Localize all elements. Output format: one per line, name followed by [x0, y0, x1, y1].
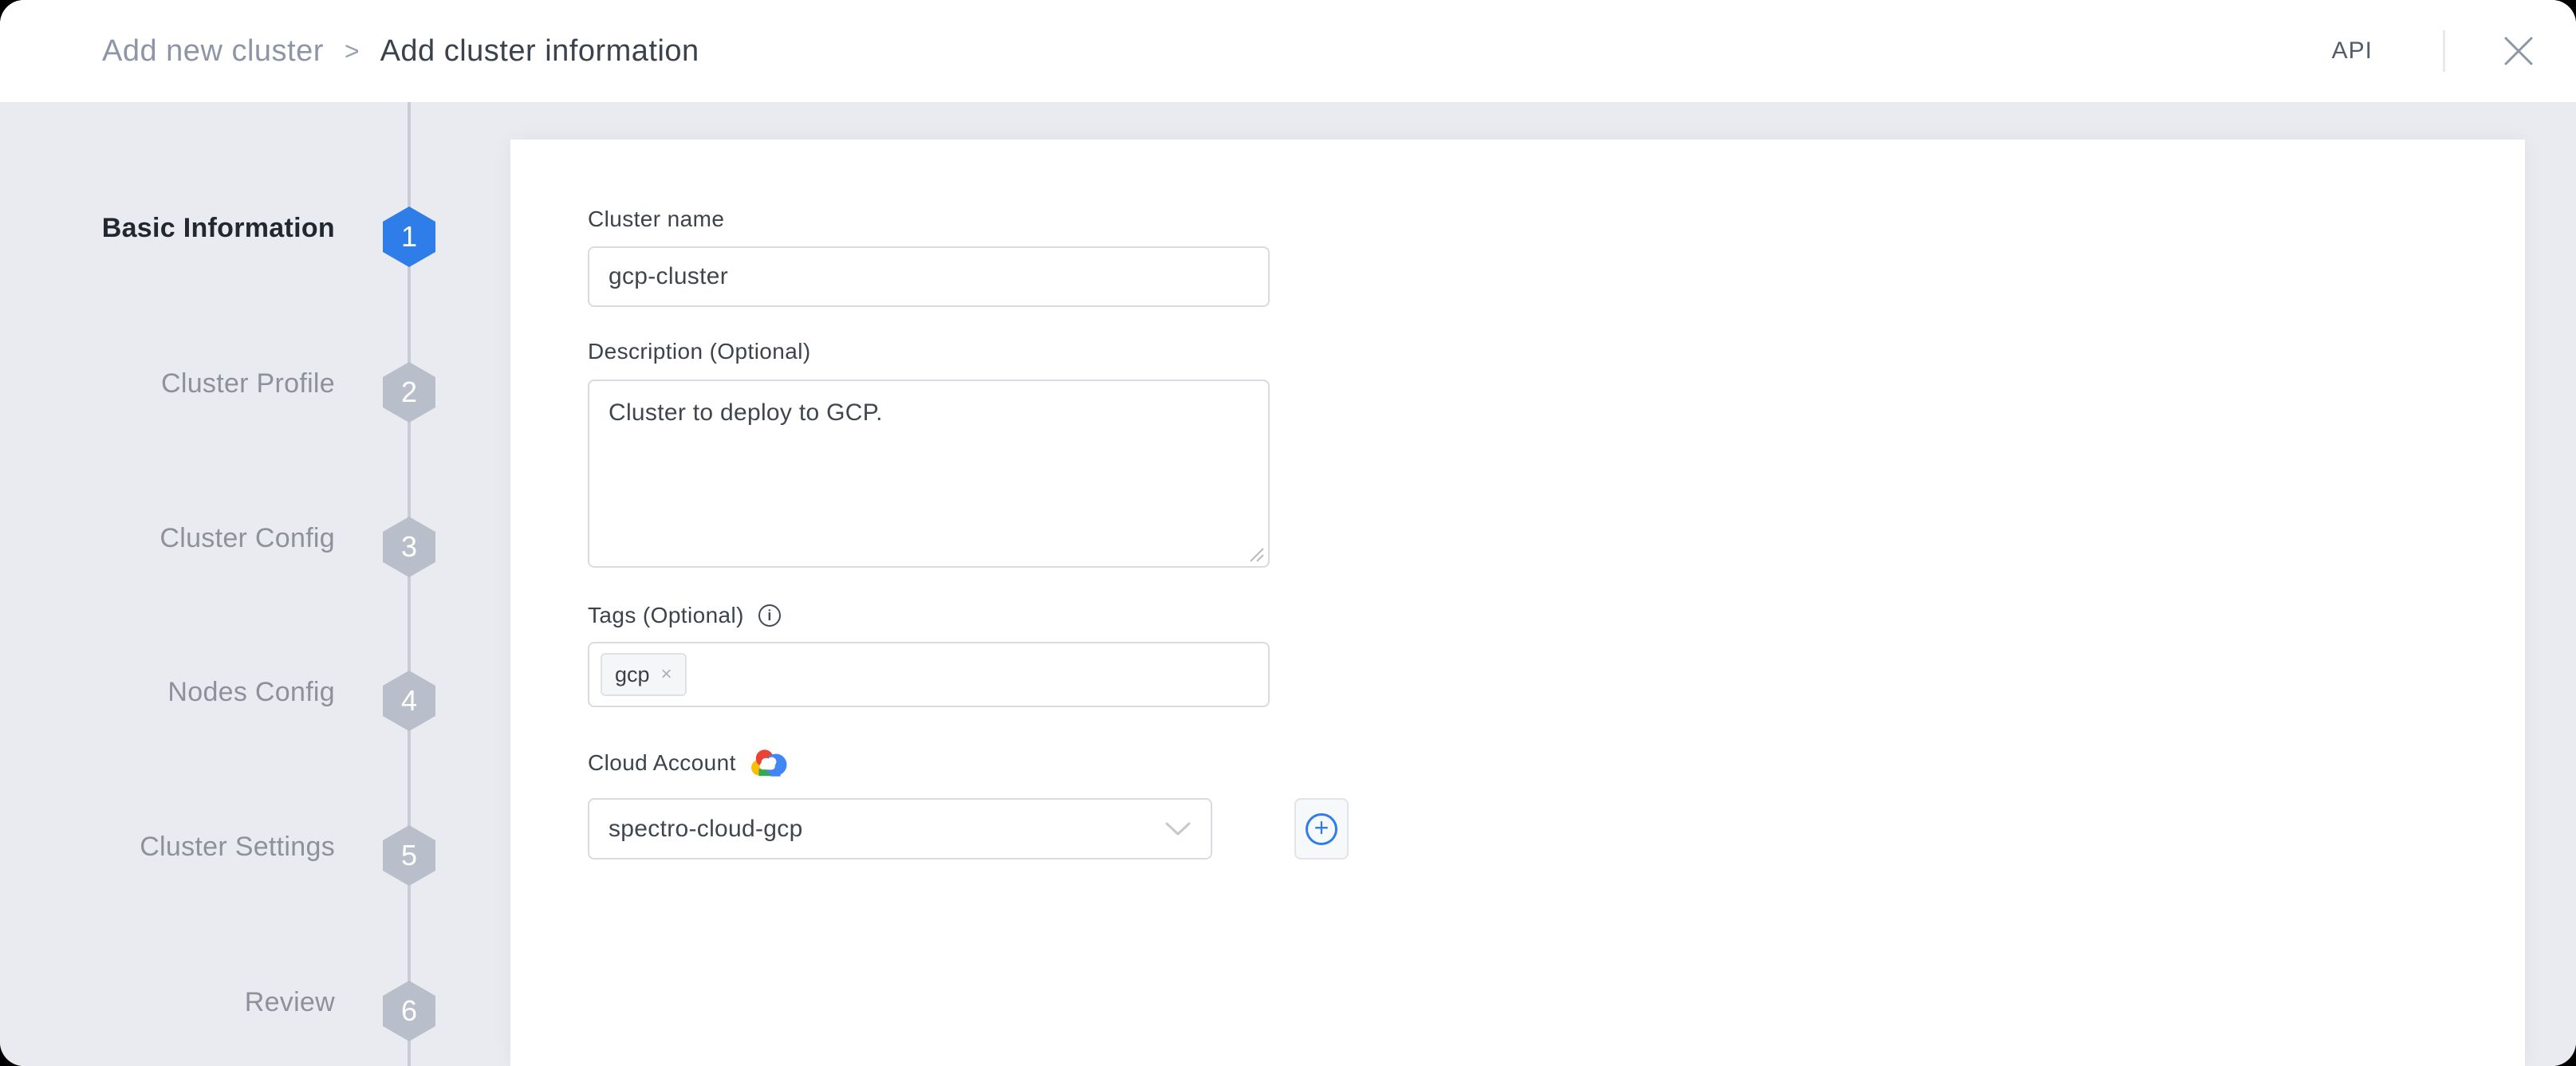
description-label-row: Description (Optional) — [588, 339, 811, 364]
google-cloud-icon — [750, 749, 787, 777]
step-hexagon-badge: 6 — [383, 981, 435, 1041]
api-button[interactable]: API — [2316, 30, 2389, 73]
step-hexagon-badge: 5 — [383, 825, 435, 886]
step-hexagon-badge: 4 — [383, 671, 435, 731]
wizard-body: Basic Information 1 Cluster Profile 2 Cl… — [0, 102, 2576, 1066]
step-label: Basic Information — [101, 213, 335, 243]
step-label: Cluster Profile — [160, 368, 335, 399]
wizard-header: Add new cluster > Add cluster informatio… — [0, 0, 2576, 102]
cloud-account-selected-value: spectro-cloud-gcp — [609, 815, 803, 842]
tags-label: Tags (Optional) — [588, 603, 744, 627]
step-number: 3 — [400, 530, 418, 563]
step-hexagon-badge: 3 — [383, 517, 435, 577]
header-actions: API — [2316, 0, 2544, 102]
step-label: Cluster Settings — [140, 832, 335, 862]
cloud-account-label: Cloud Account — [588, 750, 736, 775]
add-cluster-wizard-modal: Add new cluster > Add cluster informatio… — [0, 0, 2576, 1066]
breadcrumb: Add new cluster > Add cluster informatio… — [102, 0, 699, 102]
close-icon — [2504, 37, 2533, 65]
cluster-name-label-row: Cluster name — [588, 207, 724, 232]
tag-remove-icon[interactable]: × — [661, 665, 672, 684]
step-number: 2 — [400, 376, 418, 408]
cloud-account-label-row: Cloud Account — [588, 748, 787, 778]
tags-input[interactable]: gcp × — [588, 642, 1270, 707]
chevron-down-icon — [1165, 822, 1191, 835]
tags-label-row: Tags (Optional) i — [588, 603, 781, 628]
header-divider — [2443, 30, 2445, 72]
info-icon[interactable]: i — [758, 604, 781, 627]
close-button[interactable] — [2493, 26, 2544, 77]
step-number: 6 — [400, 994, 418, 1027]
step-number: 4 — [400, 684, 418, 717]
step-number: 1 — [400, 220, 418, 253]
plus-icon: + — [1306, 812, 1337, 845]
cluster-name-input[interactable] — [588, 246, 1270, 307]
step-number: 5 — [400, 839, 418, 871]
tag-chip-text: gcp — [615, 662, 650, 686]
add-cloud-account-button[interactable]: + — [1294, 798, 1349, 859]
breadcrumb-separator: > — [344, 36, 360, 65]
step-label: Cluster Config — [160, 523, 335, 553]
step-label: Nodes Config — [167, 677, 335, 707]
breadcrumb-parent-link[interactable]: Add new cluster — [102, 34, 324, 69]
cluster-name-label: Cluster name — [588, 207, 725, 231]
step-hexagon-badge: 1 — [383, 207, 435, 267]
description-textarea[interactable]: Cluster to deploy to GCP. — [588, 380, 1270, 568]
step-hexagon-badge: 2 — [383, 362, 435, 423]
page-title: Add cluster information — [380, 33, 699, 68]
tag-chip: gcp × — [601, 653, 687, 696]
description-label: Description (Optional) — [588, 339, 811, 364]
basic-information-card: Cluster name Description (Optional) Clus… — [510, 140, 2525, 1066]
cloud-account-select[interactable]: spectro-cloud-gcp — [588, 798, 1212, 859]
step-label: Review — [244, 987, 335, 1017]
